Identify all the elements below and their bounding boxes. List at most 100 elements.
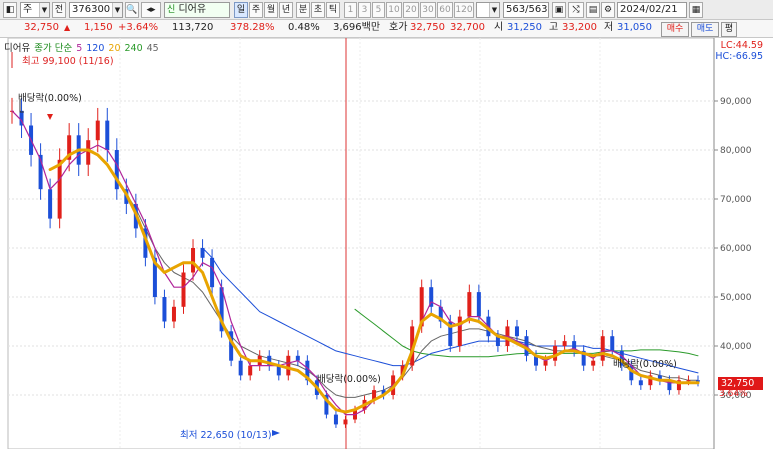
- candle-body: [57, 159, 62, 219]
- interval-1[interactable]: 1: [344, 2, 357, 18]
- flat-button[interactable]: 평: [721, 22, 737, 37]
- current-price: 32,750: [24, 22, 59, 33]
- y-tick-label: 50,000: [720, 293, 752, 303]
- chevron-down-icon: ▼: [112, 3, 122, 17]
- chart-legend: 디어유 종가 단순 5 120 20 240 45: [4, 40, 163, 54]
- candle-body: [238, 360, 243, 376]
- candle-body: [610, 336, 615, 351]
- date-field[interactable]: 2024/02/21: [617, 2, 687, 18]
- high-label: 고: [549, 22, 559, 33]
- save-icon[interactable]: ▤: [586, 2, 600, 18]
- quote-bar: 32,750 ▲ 1,150 +3.64% 113,720 378.28% 0.…: [0, 20, 773, 38]
- price-chart[interactable]: 90,00080,00070,00060,00050,00040,00030,0…: [0, 38, 773, 449]
- interval-5[interactable]: 5: [372, 2, 385, 18]
- period-week[interactable]: 주: [249, 2, 263, 18]
- candle-body: [181, 272, 186, 307]
- stock-name-field[interactable]: 신 디어유: [164, 2, 230, 18]
- candle-body: [553, 346, 558, 361]
- low-label: 저: [604, 22, 614, 33]
- hc-value: HC:-66.95: [715, 51, 763, 62]
- trade-amount: 3,696백만: [333, 22, 381, 33]
- y-tick-label: 40,000: [720, 342, 752, 352]
- change-value: 1,150: [84, 22, 113, 33]
- turnover: 0.48%: [288, 22, 320, 33]
- chevron-down-icon: ▼: [39, 3, 49, 17]
- period-tick[interactable]: 틱: [326, 2, 340, 18]
- candle-body: [591, 360, 596, 366]
- stock-name-value: 디어유: [178, 4, 207, 15]
- chevron-down-icon: ▼: [489, 3, 499, 17]
- interval-30[interactable]: 30: [420, 2, 436, 18]
- candle-body: [286, 355, 291, 376]
- dividend-note-2: 배당락(0.00%): [317, 374, 381, 385]
- up-arrow-icon: ▲: [64, 23, 71, 32]
- candle-body: [295, 355, 300, 361]
- interval-20[interactable]: 20: [403, 2, 419, 18]
- gear-icon[interactable]: ⚙: [601, 2, 615, 18]
- data-count-field[interactable]: 563/563: [503, 2, 549, 18]
- candle-body: [686, 380, 691, 382]
- main-toolbar: ◧ 주 ▼ 전 376300 ▼ 🔍 ◂▸ 신 디어유 일 주 월 년 분 초 틱 …: [0, 0, 773, 20]
- candle-body: [86, 140, 91, 165]
- date-value: 2024/02/21: [620, 4, 678, 15]
- data-count-value: 563/563: [506, 4, 548, 15]
- low-price: 31,050: [617, 22, 652, 33]
- period-day[interactable]: 일: [234, 2, 248, 18]
- y-tick-label: 60,000: [720, 244, 752, 254]
- stock-flag-icon: 신: [167, 5, 176, 15]
- candle-body: [543, 360, 548, 366]
- period-minute[interactable]: 분: [296, 2, 310, 18]
- candle-body: [248, 365, 253, 376]
- candle-body: [171, 306, 176, 322]
- item-type-select[interactable]: 주 ▼: [20, 2, 50, 18]
- interval-10[interactable]: 10: [386, 2, 402, 18]
- interval-60[interactable]: 60: [437, 2, 453, 18]
- dividend-note-3: 배당락(0.00%): [613, 359, 677, 370]
- custom-interval-select[interactable]: ▼: [476, 2, 500, 18]
- stock-code-input[interactable]: 376300 ▼: [69, 2, 123, 18]
- legend-ma240: 240: [124, 43, 143, 54]
- plot-area: [7, 38, 715, 449]
- candle-body: [600, 336, 605, 361]
- high-price: 33,200: [562, 22, 597, 33]
- low-note: 최저 22,650 (10/13): [180, 430, 272, 441]
- dividend-note-1: 배당락(0.00%): [18, 93, 82, 104]
- lc-value: LC:44.59: [720, 40, 763, 51]
- candle-body: [191, 248, 196, 273]
- chart-menu-icon[interactable]: ◧: [3, 2, 17, 18]
- lock-icon[interactable]: ▣: [552, 2, 566, 18]
- candle-body: [476, 292, 481, 317]
- interval-3[interactable]: 3: [358, 2, 371, 18]
- ask-price-1: 32,750: [410, 22, 445, 33]
- candle-body: [48, 189, 53, 219]
- period-second[interactable]: 초: [311, 2, 325, 18]
- current-pct-tag: 3.64%: [719, 389, 748, 399]
- candle-body: [105, 120, 110, 150]
- y-tick-label: 90,000: [720, 97, 752, 107]
- search-icon[interactable]: 🔍: [125, 2, 139, 18]
- candle-body: [343, 419, 348, 425]
- prev-next-stock-icon[interactable]: ◂▸: [141, 2, 161, 18]
- high-note: 최고 99,100 (11/16): [22, 56, 114, 67]
- candle-body: [562, 341, 567, 346]
- crosshair-icon[interactable]: ⤭: [568, 2, 584, 18]
- candle-body: [457, 316, 462, 346]
- candle-body: [638, 380, 643, 386]
- calendar-icon[interactable]: ▦: [689, 2, 703, 18]
- period-year[interactable]: 년: [279, 2, 293, 18]
- y-tick-label: 80,000: [720, 146, 752, 156]
- candle-body: [200, 248, 205, 258]
- period-month[interactable]: 월: [264, 2, 278, 18]
- sell-button[interactable]: 매도: [691, 22, 719, 37]
- interval-120[interactable]: 120: [454, 2, 474, 18]
- candle-body: [514, 326, 519, 337]
- candle-body: [95, 120, 100, 141]
- candle-body: [162, 297, 167, 322]
- buy-button[interactable]: 매수: [661, 22, 689, 37]
- candle-body: [467, 292, 472, 317]
- open-label: 시: [494, 22, 504, 33]
- mode-all-button[interactable]: 전: [52, 2, 66, 18]
- volume-ratio: 378.28%: [230, 22, 275, 33]
- candle-body: [210, 257, 215, 288]
- ask-label: 호가: [389, 22, 408, 33]
